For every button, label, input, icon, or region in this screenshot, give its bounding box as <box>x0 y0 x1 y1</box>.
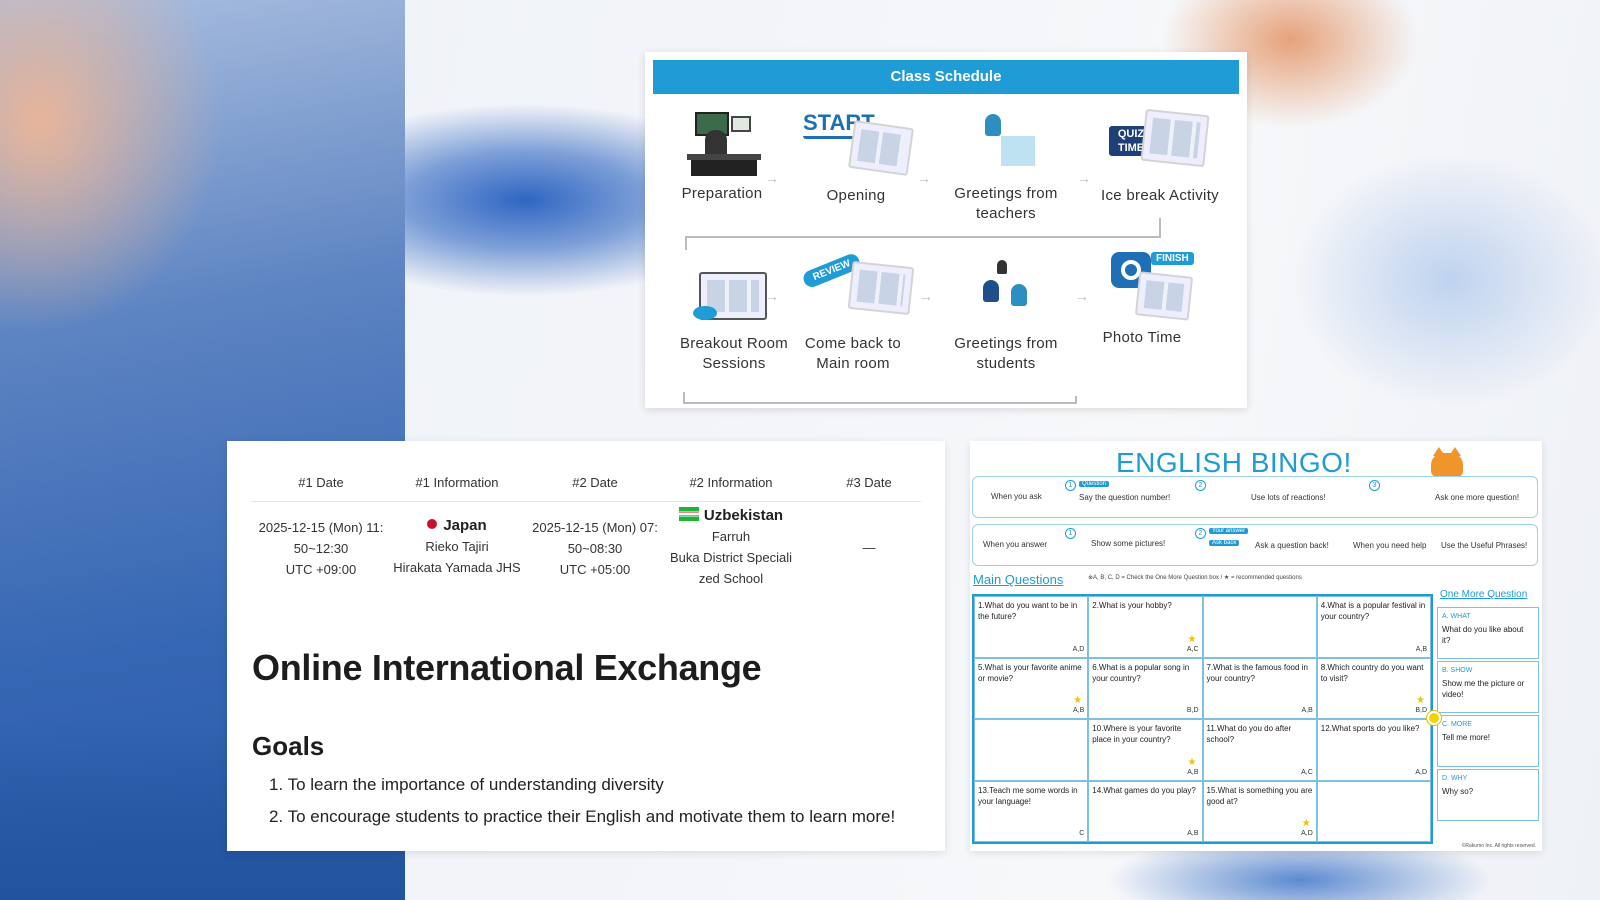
class-schedule-card: Class Schedule Preparation → START Openi… <box>645 52 1247 408</box>
japan-flag-icon <box>427 519 438 529</box>
step-greetings-teachers: Greetings from teachers <box>931 108 1081 224</box>
step-number-icon: 2 <box>1195 528 1206 539</box>
bingo-cell[interactable]: 1.What do you want to be in the future? A… <box>974 596 1089 658</box>
step-label: Greetings from students <box>954 335 1058 372</box>
star-icon: ★ <box>1416 695 1425 706</box>
review-tablet-icon: REVIEW <box>800 244 915 316</box>
step-label: Opening <box>826 187 886 204</box>
step-photo-time: FINISH Photo Time <box>1067 248 1217 346</box>
connector <box>683 402 1077 404</box>
side-box-show: B. SHOW Show me the picture or video! <box>1437 661 1539 713</box>
bingo-cell[interactable]: 10.Where is your favorite place in your … <box>1088 719 1203 781</box>
bingo-cell[interactable]: 2.What is your hobby? A,C ★ <box>1088 596 1203 658</box>
bingo-cell[interactable]: 13.Teach me some words in your language!… <box>974 780 1089 842</box>
step-number-icon: 1 <box>1065 528 1076 539</box>
bingo-grid: 1.What do you want to be in the future? A… <box>972 594 1433 844</box>
teachers-icon <box>961 108 1051 178</box>
arrow-right-icon: → <box>765 170 779 186</box>
question-tag: Question <box>1079 481 1110 487</box>
arrow-right-icon: → <box>765 288 779 304</box>
side-box-why: D. WHY Why so? <box>1437 769 1539 821</box>
table-divider <box>251 501 921 502</box>
main-questions-label: Main Questions <box>973 572 1064 587</box>
arrow-right-icon: → <box>917 170 931 186</box>
column-header: #1 Information <box>415 475 499 490</box>
rules-row-ask: When you ask 1 Question Say the question… <box>972 476 1538 518</box>
answer-tag: Your answer <box>1209 528 1249 534</box>
star-icon: ★ <box>1301 818 1311 829</box>
bingo-cell[interactable] <box>974 719 1089 781</box>
one-more-question-label: One More Question <box>1440 589 1528 600</box>
step-number-icon: 1 <box>1065 480 1076 491</box>
finish-badge: FINISH <box>1151 252 1194 265</box>
star-icon: ★ <box>1073 695 1083 706</box>
connector <box>1075 396 1077 404</box>
step-label: Preparation <box>681 185 763 202</box>
class-schedule-title: Class Schedule <box>653 60 1239 94</box>
page-title: Online International Exchange <box>252 647 762 688</box>
quiz-tablet-icon: QUIZ TIME <box>1109 108 1210 180</box>
bingo-cell[interactable]: 11.What do you do after school? A,C <box>1202 719 1317 781</box>
uzbekistan-flag-icon <box>678 507 699 521</box>
video-call-tablet-icon: START <box>803 110 915 180</box>
copyright: ©Rakumo Inc. All rights reserved. <box>1461 843 1536 849</box>
connector <box>683 392 685 404</box>
step-number-icon: 3 <box>1369 480 1380 491</box>
step-greetings-students: Greetings from students <box>931 258 1081 374</box>
goals-heading: Goals <box>252 731 325 761</box>
connector <box>1159 218 1161 236</box>
bingo-cell[interactable]: 12.What sports do you like? A,D <box>1316 719 1431 781</box>
column-header: #2 Information <box>689 475 773 490</box>
bingo-cell[interactable] <box>1202 596 1317 658</box>
step-come-back: REVIEW Come back to Main room <box>778 244 928 372</box>
step-label: Greetings from teachers <box>954 185 1058 222</box>
bingo-title: ENGLISH BINGO! <box>1116 447 1352 478</box>
exchange-info-card: #1 Date #1 Information #2 Date #2 Inform… <box>227 441 945 851</box>
bingo-cell[interactable]: 6.What is a popular song in your country… <box>1088 657 1203 719</box>
connector <box>685 236 1161 238</box>
step-ice-break: QUIZ TIME Ice break Activity <box>1085 108 1235 206</box>
bingo-cell[interactable]: 7.What is the famous food in your countr… <box>1202 657 1317 719</box>
cursor-highlight <box>1427 711 1441 725</box>
column-header: #3 Date <box>846 475 892 490</box>
side-box-more: C. MORE Tell me more! <box>1437 715 1539 767</box>
students-icon <box>961 258 1051 328</box>
side-box-what: A. WHAT What do you like about it? <box>1437 607 1539 659</box>
date3-cell: — <box>862 540 876 555</box>
star-icon: ★ <box>1187 633 1197 645</box>
bingo-cell[interactable]: 14.What games do you play? A,B <box>1088 780 1203 842</box>
desk-computer-icon <box>677 108 767 178</box>
rules-row-answer: When you answer 1 Show some pictures! 2 … <box>972 524 1538 566</box>
ask-back-tag: Ask back <box>1209 540 1240 546</box>
bingo-cell[interactable]: 8.Which country do you want to visit? B,D… <box>1316 657 1431 719</box>
background-blob <box>1200 120 1600 450</box>
step-preparation: Preparation <box>647 108 797 204</box>
bingo-cell[interactable]: 15.What is something you are good at? A,D… <box>1202 780 1317 842</box>
english-bingo-card: ENGLISH BINGO! When you ask 1 Question S… <box>970 441 1542 851</box>
star-icon: ★ <box>1187 756 1197 768</box>
step-number-icon: 2 <box>1195 480 1206 491</box>
goal-item: 2. To encourage students to practice the… <box>269 807 896 826</box>
bingo-cell[interactable]: 4.What is a popular festival in your cou… <box>1316 596 1431 658</box>
step-label: Ice break Activity <box>1101 187 1219 204</box>
step-label: Photo Time <box>1102 329 1182 346</box>
step-opening: START Opening <box>781 110 931 206</box>
cat-mascot-icon <box>1431 447 1463 477</box>
connector <box>685 236 687 250</box>
step-label: Come back to Main room <box>804 335 902 372</box>
bingo-cell[interactable] <box>1316 780 1431 842</box>
legend-note: ※A, B, C, D = Check the One More Questio… <box>1088 575 1302 581</box>
camera-tablet-icon: FINISH <box>1097 248 1194 321</box>
goal-item: 1. To learn the importance of understand… <box>269 775 664 794</box>
bingo-cell[interactable]: 5.What is your favorite anime or movie? A… <box>974 657 1089 719</box>
